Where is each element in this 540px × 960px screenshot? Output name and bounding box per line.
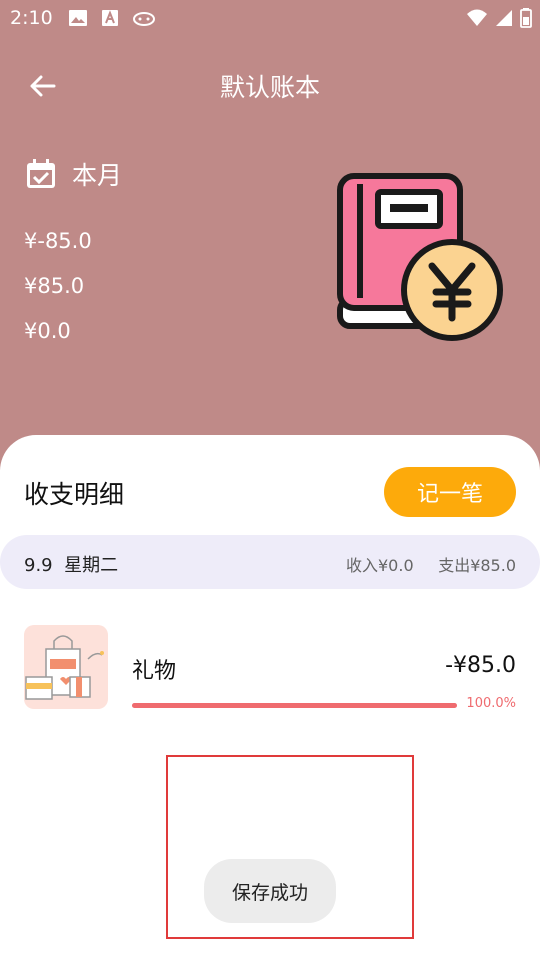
details-title: 收支明细: [24, 480, 125, 509]
wifi-icon: [467, 9, 487, 26]
add-record-button[interactable]: 记一笔: [384, 467, 516, 517]
day-expense-summary: 支出¥85.0: [438, 556, 516, 575]
gift-bag-icon: [24, 625, 108, 709]
balance-amount: ¥-85.0: [24, 229, 92, 253]
record-row[interactable]: 礼物 -¥85.0 100.0%: [0, 623, 540, 713]
date-value: 9.9: [24, 555, 53, 576]
date-group-header: 9.9 星期二 收入¥0.0 支出¥85.0: [0, 535, 540, 589]
toast-message: 保存成功: [204, 859, 336, 923]
system-icons: [466, 8, 532, 28]
record-progress-fill: [132, 703, 457, 708]
header-area: 2:10 默认账本 本月 ¥-85.0 ¥85.0 ¥0.0: [0, 0, 540, 470]
signal-icon: [496, 10, 512, 26]
date-label: 9.9 星期二: [24, 551, 118, 577]
record-amount: -¥85.0: [445, 653, 516, 678]
income-total-amount: ¥0.0: [24, 319, 71, 343]
expense-total-amount: ¥85.0: [24, 274, 85, 298]
page-title: 默认账本: [219, 73, 320, 102]
record-category: 礼物: [132, 659, 177, 684]
record-progress-bar: [132, 703, 457, 708]
weekday-value: 星期二: [64, 555, 119, 576]
battery-icon: [520, 8, 532, 28]
image-icon: [69, 10, 87, 26]
day-income-summary: 收入¥0.0: [346, 556, 414, 575]
notification-icons: [68, 8, 156, 28]
period-label: 本月: [72, 161, 123, 190]
status-bar: 2:10: [0, 0, 540, 38]
account-book-icon: [337, 173, 503, 341]
font-a-icon: [102, 10, 118, 26]
calendar-check-icon: [27, 159, 55, 188]
game-controller-icon: [133, 12, 155, 26]
period-selector[interactable]: 本月: [24, 156, 122, 192]
status-time: 2:10: [10, 7, 53, 29]
record-percent: 100.0%: [466, 696, 516, 711]
